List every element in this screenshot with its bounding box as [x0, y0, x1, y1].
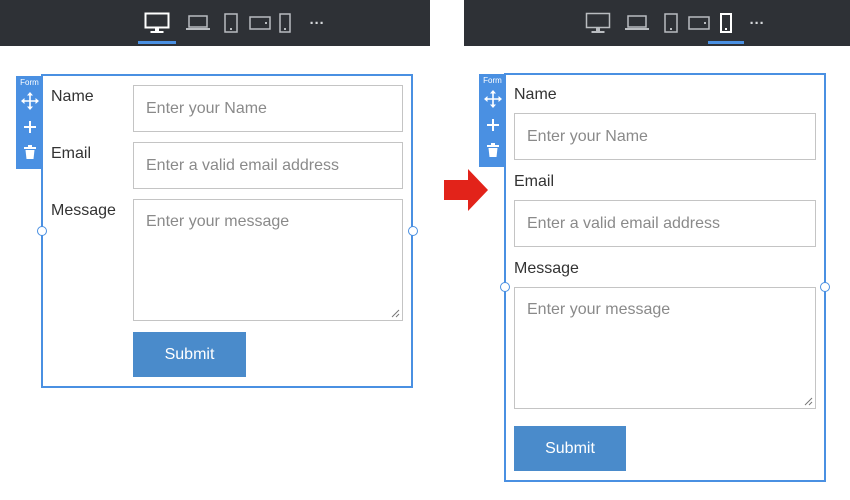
resize-handle-left[interactable]: [37, 226, 47, 236]
name-input[interactable]: Enter your Name: [133, 85, 403, 132]
mobile-view-panel: ··· Form Name Enter your Name Email Ente…: [464, 0, 850, 500]
name-placeholder: Enter your Name: [527, 127, 648, 145]
tablet-portrait-icon: [224, 13, 238, 33]
form-tag: Form: [483, 76, 502, 85]
device-toolbar: ···: [464, 0, 850, 46]
laptop-device-button[interactable]: [184, 0, 212, 46]
laptop-icon: [625, 15, 649, 30]
message-placeholder: Enter your message: [146, 213, 290, 230]
highlight-box: [0, 0, 57, 55]
delete-button[interactable]: [16, 140, 43, 164]
resize-handle-left[interactable]: [500, 282, 510, 292]
mobile-icon: [279, 13, 291, 33]
email-label: Email: [514, 173, 555, 190]
plus-icon: [23, 121, 36, 133]
move-icon: [483, 90, 502, 108]
submit-button[interactable]: Submit: [514, 426, 626, 471]
device-toolbar: ···: [0, 0, 430, 46]
laptop-device-button[interactable]: [622, 0, 652, 46]
desktop-icon: [144, 12, 170, 33]
active-device-indicator: [138, 41, 176, 44]
add-button[interactable]: [479, 112, 506, 138]
tablet-landscape-device-button[interactable]: [246, 0, 274, 46]
message-textarea[interactable]: Enter your message: [133, 199, 403, 321]
desktop-device-button[interactable]: [582, 0, 614, 46]
move-icon: [20, 92, 39, 110]
more-options-button[interactable]: ···: [306, 0, 328, 46]
plus-icon: [486, 119, 499, 131]
mobile-device-button[interactable]: [706, 0, 746, 46]
desktop-device-button[interactable]: [136, 0, 178, 46]
name-input[interactable]: Enter your Name: [514, 113, 816, 160]
message-textarea[interactable]: Enter your message: [514, 287, 816, 409]
email-placeholder: Enter a valid email address: [146, 156, 339, 174]
email-input[interactable]: Enter a valid email address: [133, 142, 403, 189]
resize-grip-icon[interactable]: [391, 309, 400, 318]
mobile-icon: [720, 13, 732, 33]
mobile-device-button[interactable]: [276, 0, 294, 46]
highlight-box: [464, 0, 521, 55]
message-label: Message: [51, 202, 116, 219]
email-label: Email: [51, 145, 92, 162]
trash-icon: [23, 145, 36, 159]
name-label: Name: [514, 86, 557, 103]
resize-grip-icon[interactable]: [804, 397, 813, 406]
name-label: Name: [51, 88, 94, 105]
more-icon: ···: [309, 14, 325, 32]
message-placeholder: Enter your message: [527, 301, 671, 318]
desktop-view-panel: ··· Form Name Enter your Name Email Ente…: [0, 0, 430, 500]
message-label: Message: [514, 260, 579, 277]
laptop-icon: [186, 15, 210, 30]
email-placeholder: Enter a valid email address: [527, 214, 720, 232]
email-input[interactable]: Enter a valid email address: [514, 200, 816, 247]
form-toolbar: Form: [16, 76, 43, 169]
tablet-portrait-icon: [664, 13, 678, 33]
submit-label: Submit: [164, 345, 215, 363]
name-placeholder: Enter your Name: [146, 99, 267, 117]
tablet-portrait-device-button[interactable]: [661, 0, 681, 46]
form-toolbar: Form: [479, 74, 506, 167]
submit-button[interactable]: Submit: [133, 332, 246, 377]
more-icon: ···: [749, 14, 765, 32]
delete-button[interactable]: [479, 138, 506, 162]
move-button[interactable]: [16, 88, 43, 114]
move-button[interactable]: [479, 86, 506, 112]
tablet-portrait-device-button[interactable]: [220, 0, 242, 46]
resize-handle-right[interactable]: [820, 282, 830, 292]
form-tag: Form: [20, 78, 39, 87]
active-device-indicator: [708, 41, 744, 44]
tablet-landscape-icon: [249, 16, 271, 30]
more-options-button[interactable]: ···: [746, 0, 768, 46]
desktop-icon: [585, 12, 611, 33]
trash-icon: [486, 143, 499, 157]
resize-handle-right[interactable]: [408, 226, 418, 236]
submit-label: Submit: [545, 439, 595, 457]
add-button[interactable]: [16, 114, 43, 140]
